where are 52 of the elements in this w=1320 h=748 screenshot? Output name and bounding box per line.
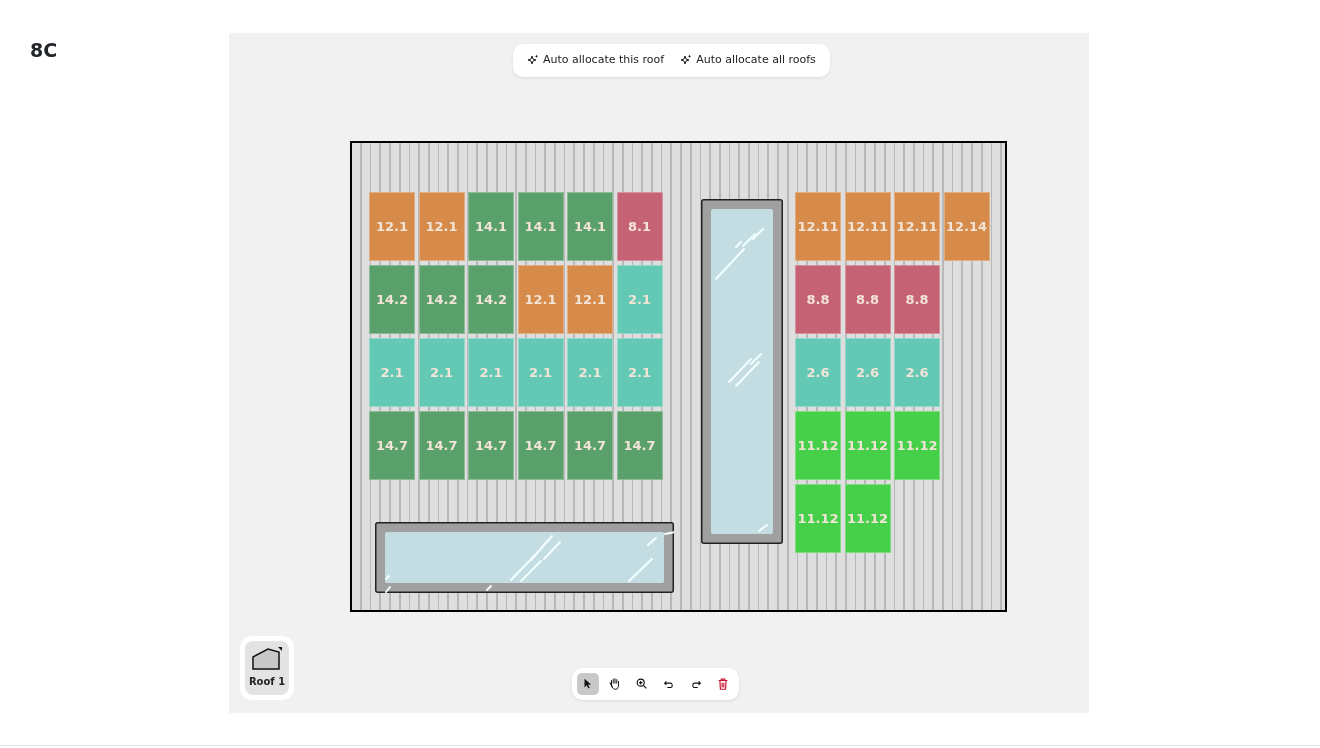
page-title: 8C	[30, 38, 58, 63]
roof-tab[interactable]: Roof 1	[245, 641, 289, 695]
solar-panel[interactable]: 12.11	[844, 192, 891, 261]
solar-panel[interactable]: 14.7	[468, 411, 514, 480]
solar-panel[interactable]: 11.12	[795, 411, 841, 480]
skylight-drawing[interactable]	[701, 199, 783, 544]
solar-panel[interactable]: 14.7	[517, 411, 564, 480]
solar-panel[interactable]: 11.12	[844, 484, 891, 553]
solar-panel[interactable]: 2.1	[468, 338, 514, 407]
solar-panel[interactable]: 14.7	[616, 411, 663, 480]
solar-panel[interactable]: 2.6	[795, 338, 841, 407]
solar-panel[interactable]: 12.1	[567, 265, 613, 334]
roof-shape-icon	[251, 647, 283, 671]
solar-panel[interactable]: 14.7	[567, 411, 613, 480]
solar-panel[interactable]: 12.1	[369, 192, 415, 261]
skylight-drawing[interactable]	[375, 522, 674, 593]
solar-panel[interactable]: 8.8	[795, 265, 841, 334]
solar-panel[interactable]: 2.6	[894, 338, 940, 407]
solar-panel[interactable]: 12.1	[418, 192, 465, 261]
solar-panel[interactable]: 2.1	[616, 265, 663, 334]
select-tool-button[interactable]	[577, 673, 599, 695]
solar-panel[interactable]: 11.12	[844, 411, 891, 480]
solar-panel[interactable]: 14.7	[418, 411, 465, 480]
solar-panel[interactable]: 14.1	[468, 192, 514, 261]
auto-allocate-button[interactable]: Auto allocate this roof	[523, 50, 669, 71]
solar-panel[interactable]: 14.2	[468, 265, 514, 334]
hand-icon	[608, 677, 622, 691]
solar-panel[interactable]: 14.2	[369, 265, 415, 334]
solar-panel[interactable]: 2.1	[369, 338, 415, 407]
solar-panel[interactable]: 2.1	[517, 338, 564, 407]
solar-panel[interactable]: 2.1	[418, 338, 465, 407]
solar-panel[interactable]: 14.7	[369, 411, 415, 480]
solar-panel[interactable]: 14.2	[418, 265, 465, 334]
solar-panel[interactable]: 2.6	[844, 338, 891, 407]
solar-panel[interactable]: 8.8	[894, 265, 940, 334]
solar-panel[interactable]: 14.1	[517, 192, 564, 261]
sparkle-icon	[680, 54, 693, 67]
solar-panel[interactable]: 12.11	[795, 192, 841, 261]
solar-panel[interactable]: 2.1	[616, 338, 663, 407]
auto-allocate-button[interactable]: Auto allocate all roofs	[676, 50, 820, 71]
solar-panel[interactable]: 12.1	[517, 265, 564, 334]
solar-panel[interactable]: 12.11	[894, 192, 940, 261]
solar-panel[interactable]: 8.8	[844, 265, 891, 334]
solar-panel[interactable]: 11.12	[795, 484, 841, 553]
solar-panel[interactable]: 11.12	[894, 411, 940, 480]
zoom-in-icon	[635, 677, 649, 691]
solar-panel[interactable]: 8.1	[616, 192, 663, 261]
sparkle-icon	[527, 54, 539, 67]
trash-icon	[716, 677, 730, 691]
solar-panel[interactable]: 12.14	[943, 192, 990, 261]
solar-panel[interactable]: 14.1	[567, 192, 613, 261]
solar-panel[interactable]: 2.1	[567, 338, 613, 407]
